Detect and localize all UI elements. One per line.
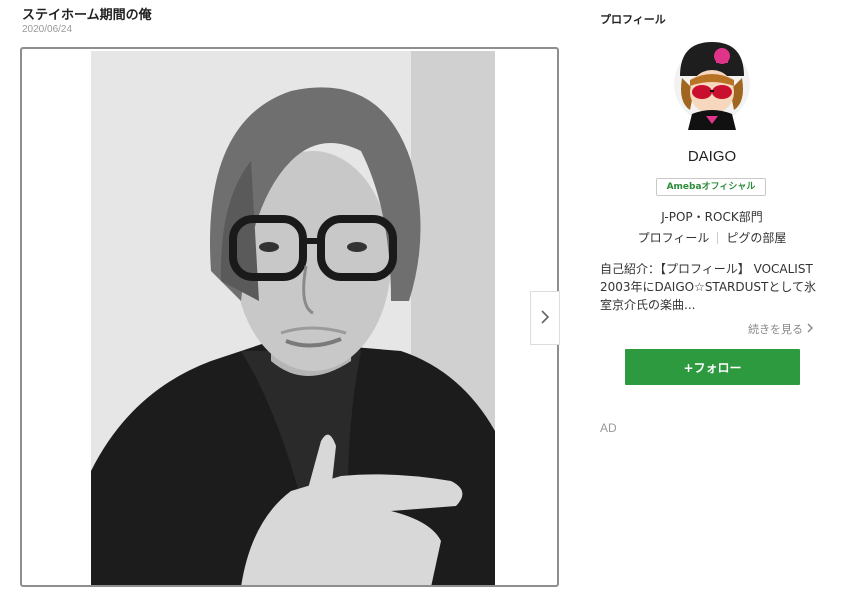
ad-label: AD [600, 421, 617, 435]
post-photo[interactable] [91, 51, 495, 585]
profile-link[interactable]: プロフィール [638, 229, 710, 246]
profile-links: プロフィール ピグの部屋 [600, 229, 824, 246]
read-more-label: 続きを見る [748, 323, 803, 336]
official-badge: Amebaオフィシャル [656, 178, 766, 196]
post-title: ステイホーム期間の俺 [22, 8, 152, 23]
read-more-link[interactable]: 続きを見る [748, 321, 814, 337]
chevron-right-icon [540, 309, 550, 328]
avatar-illustration [674, 42, 750, 130]
genre-link[interactable]: J-POP・ROCK部門 [600, 208, 824, 225]
link-divider [717, 231, 719, 244]
photo-frame [20, 47, 559, 587]
next-photo-button[interactable] [530, 291, 560, 345]
self-introduction: 自己紹介：【プロフィール】 VOCALIST 2003年にDAIGO☆STARD… [600, 262, 816, 312]
sidebar-heading: プロフィール [600, 13, 666, 26]
chevron-right-icon [807, 323, 814, 336]
pigg-room-link[interactable]: ピグの部屋 [726, 229, 786, 246]
blog-name[interactable]: DAIGO [600, 148, 824, 165]
avatar[interactable] [672, 40, 752, 130]
post-date: 2020/06/24 [22, 24, 73, 35]
follow-button[interactable]: +フォロー [625, 349, 800, 385]
portrait-image [91, 51, 495, 585]
